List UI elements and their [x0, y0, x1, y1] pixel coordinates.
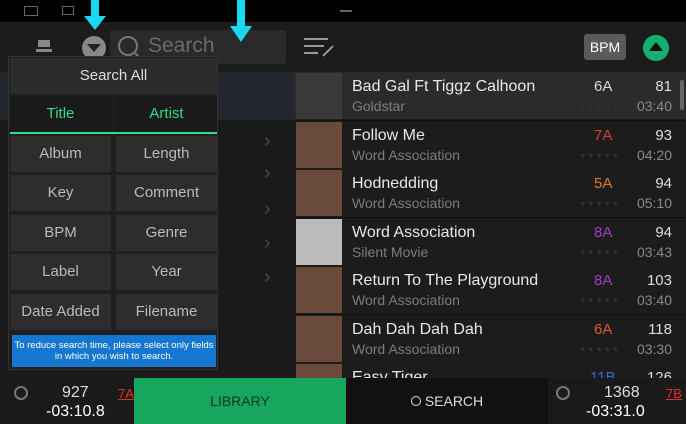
deck-left-key: 7A	[118, 386, 134, 401]
deck-right-time: -03:31.0	[586, 403, 645, 420]
track-title: Dah Dah Dah Dah	[352, 320, 483, 338]
track-title: Word Association	[352, 223, 476, 241]
search-field-option-key[interactable]: Key	[10, 175, 111, 211]
sync-icon	[14, 386, 28, 400]
rating-stars-icon[interactable]: ★★★★★	[579, 345, 620, 354]
deck-right[interactable]: 1368 7B -03:31.0	[548, 378, 686, 424]
arrow-indicator-head	[230, 26, 252, 42]
album-art	[296, 73, 342, 119]
search-button[interactable]: SEARCH	[346, 378, 548, 424]
track-artist: Word Association	[352, 340, 460, 357]
search-hint: To reduce search time, please select onl…	[12, 335, 216, 367]
chevron-right-icon: ›	[264, 198, 271, 220]
album-art	[296, 267, 342, 313]
track-title: Follow Me	[352, 126, 425, 144]
search-field-option-filename[interactable]: Filename	[116, 293, 217, 330]
track-key: 8A	[594, 272, 613, 289]
selected-indicator	[10, 132, 217, 134]
track-title: Hodnedding	[352, 175, 439, 192]
search-button-label: SEARCH	[424, 393, 484, 409]
search-field-option-comment[interactable]: Comment	[116, 175, 217, 211]
minimize-icon	[340, 10, 352, 12]
search-icon	[410, 396, 421, 406]
track-title: Return To The Playground	[352, 272, 539, 289]
edit-list-icon[interactable]	[304, 36, 334, 58]
track-artist: Goldstar	[352, 98, 405, 114]
bpm-button[interactable]: BPM	[584, 34, 626, 60]
search-field-option-length[interactable]: Length	[116, 135, 217, 172]
search-field-option-date-added[interactable]: Date Added	[10, 293, 111, 330]
library-button[interactable]: LIBRARY	[134, 378, 346, 424]
chevron-right-icon: ›	[264, 130, 271, 152]
search-all-option[interactable]: Search All	[10, 58, 217, 94]
scroll-up-button[interactable]	[643, 35, 669, 61]
track-artist: Silent Movie	[352, 243, 429, 260]
deck-left-time: -03:10.8	[46, 403, 105, 420]
track-key: 6A	[594, 78, 613, 95]
track-bpm: 81	[655, 78, 672, 95]
rating-stars-icon[interactable]: ★★★★★	[579, 199, 620, 208]
chevron-right-icon: ›	[264, 162, 271, 184]
search-placeholder: Search	[148, 34, 215, 57]
search-field-option-year[interactable]: Year	[116, 254, 217, 290]
scrollbar[interactable]	[680, 80, 684, 110]
deck-right-key: 7B	[666, 386, 682, 401]
sync-icon	[62, 6, 74, 15]
track-bpm: 94	[655, 175, 672, 192]
chevron-right-icon: ›	[264, 266, 271, 288]
deck-left-bpm: 927	[62, 384, 89, 401]
search-field-option-genre[interactable]: Genre	[116, 214, 217, 251]
album-art	[296, 218, 342, 265]
track-bpm: 93	[655, 126, 672, 144]
track-row[interactable]: Word Association Silent Movie 8A 94 ★★★★★ 03:…	[294, 217, 686, 266]
rating-stars-icon[interactable]: ★★★★★	[579, 248, 620, 257]
track-length: 05:10	[636, 195, 672, 211]
track-artist: Word Association	[352, 146, 460, 163]
search-field-option-title[interactable]: Title	[10, 96, 111, 132]
track-bpm: 103	[646, 272, 672, 289]
search-field-option-label[interactable]: Label	[10, 254, 111, 290]
track-key: 7A	[594, 126, 613, 144]
chevron-right-icon: ›	[264, 232, 271, 254]
track-bpm: 118	[648, 320, 672, 338]
sync-icon	[556, 386, 570, 400]
arrow-indicator-icon	[237, 0, 245, 28]
track-row[interactable]: Hodnedding Word Association 5A 94 ★★★★★ 05:10	[294, 169, 686, 217]
track-row[interactable]: Bad Gal Ft Tiggz Calhoon Goldstar 6A 81 ★★★★…	[294, 72, 686, 120]
track-row[interactable]: Follow Me Word Association 7A 93 ★★★★★ 04:20	[294, 120, 686, 169]
search-field-option-bpm[interactable]: BPM	[10, 214, 111, 251]
track-length: 04:20	[636, 146, 672, 163]
deck-right-bpm: 1368	[604, 384, 640, 401]
track-row[interactable]: Return To The Playground Word Association…	[294, 266, 686, 314]
track-bpm: 94	[655, 223, 672, 241]
track-row[interactable]: Dah Dah Dah Dah Word Association 6A 118 ★★★★…	[294, 314, 686, 363]
rating-stars-icon[interactable]: ★★★★★	[579, 151, 620, 160]
track-artist: Word Association	[352, 292, 460, 308]
track-artist: Word Association	[352, 195, 460, 211]
track-length: 03:40	[636, 292, 672, 308]
album-art	[296, 315, 342, 362]
track-key: 8A	[594, 223, 613, 241]
deck-left[interactable]: 927 7A -03:10.8	[0, 378, 134, 424]
rating-stars-icon[interactable]: ★★★★★	[579, 296, 620, 305]
album-art	[296, 170, 342, 216]
search-field-option-artist[interactable]: Artist	[116, 96, 217, 132]
track-key: 6A	[594, 320, 613, 338]
window-icon	[24, 6, 38, 16]
search-field-option-album[interactable]: Album	[10, 135, 111, 172]
track-title: Bad Gal Ft Tiggz Calhoon	[352, 78, 536, 95]
track-length: 03:40	[636, 98, 672, 114]
view-icon[interactable]	[36, 40, 52, 54]
track-length: 03:43	[636, 243, 672, 260]
album-art	[296, 121, 342, 168]
rating-stars-icon[interactable]: ★★★★★	[579, 102, 620, 111]
track-length: 03:30	[636, 340, 672, 357]
arrow-indicator-head	[84, 16, 106, 30]
track-key: 5A	[594, 175, 613, 192]
